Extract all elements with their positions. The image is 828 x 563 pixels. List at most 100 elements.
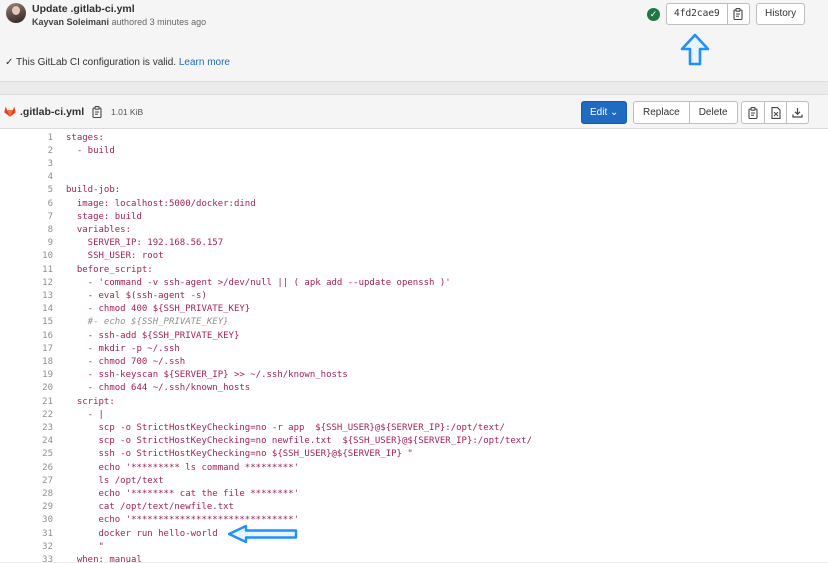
line-number[interactable]: 6 [0,198,53,211]
file-size: 1.01 KiB [111,107,144,117]
line-number[interactable]: 11 [0,264,53,277]
commit-sha-group: 4fd2cae9 [666,3,750,25]
annotation-arrow-up-icon [680,33,710,66]
code-line: 2 - build [0,145,828,158]
code-line: 4 [0,171,828,184]
line-number[interactable]: 8 [0,224,53,237]
line-text: stages: [66,132,104,143]
code-line: 3 [0,158,828,171]
line-number[interactable]: 2 [0,145,53,158]
line-number[interactable]: 17 [0,343,53,356]
line-text: SSH_USER: root [66,251,164,262]
download-icon [792,108,803,118]
commit-author[interactable]: Kayvan Soleimani [32,17,109,27]
code-line: 25 ssh -o StrictHostKeyChecking=no ${SSH… [0,448,828,461]
line-text: - | [66,409,104,420]
gitlab-logo-icon [4,106,16,117]
line-text: stage: build [66,211,142,222]
line-text: - build [66,145,115,156]
code-line: 31 docker run hello-world [0,528,828,541]
delete-button[interactable]: Delete [688,102,737,123]
line-text: docker run hello-world [66,528,218,539]
history-button[interactable]: History [756,3,806,25]
line-text: - mkdir -p ~/.ssh [66,343,180,354]
line-number[interactable]: 26 [0,462,53,475]
line-text: - ssh-add ${SSH_PRIVATE_KEY} [66,330,240,341]
line-text: ls /opt/text [66,475,164,486]
line-text: script: [66,396,115,407]
raw-file-icon [770,106,781,119]
line-text: cat /opt/text/newfile.txt [66,502,234,513]
learn-more-link[interactable]: Learn more [179,57,230,68]
download-button[interactable] [786,102,808,123]
line-number[interactable]: 1 [0,132,53,145]
edit-label: Edit [590,107,608,118]
file-header: .gitlab-ci.yml 1.01 KiB Edit ⌄ Replace D… [0,95,828,129]
line-text: ssh -o StrictHostKeyChecking=no ${SSH_US… [66,449,413,460]
line-number[interactable]: 29 [0,501,53,514]
file-icon-group [741,101,809,124]
line-number[interactable]: 5 [0,184,53,197]
file-actions-group: Replace Delete [633,101,738,124]
code-line: 10 SSH_USER: root [0,250,828,263]
line-number[interactable]: 15 [0,316,53,329]
line-number[interactable]: 13 [0,290,53,303]
open-raw-button[interactable] [764,102,786,123]
code-line: 13 - eval $(ssh-agent -s) [0,290,828,303]
code-line: 27 ls /opt/text [0,475,828,488]
author-avatar[interactable] [6,3,26,23]
line-text: build-job: [66,185,121,196]
line-number[interactable]: 28 [0,488,53,501]
code-line: 23 scp -o StrictHostKeyChecking=no -r ap… [0,422,828,435]
code-line: 30 echo '******************************' [0,514,828,527]
annotation-arrow-left-icon [227,524,298,544]
line-number[interactable]: 22 [0,409,53,422]
code-line: 21 script: [0,396,828,409]
line-number[interactable]: 20 [0,382,53,395]
line-number[interactable]: 23 [0,422,53,435]
line-number[interactable]: 21 [0,396,53,409]
line-text: " [66,541,104,552]
pipeline-passed-icon[interactable]: ✓ [647,8,660,21]
line-number[interactable]: 12 [0,277,53,290]
commit-meta: Kayvan Soleimani authored 3 minutes ago [32,17,206,27]
line-text: - chmod 700 ~/.ssh [66,356,186,367]
code-line: 20 - chmod 644 ~/.ssh/known_hosts [0,382,828,395]
commit-sha[interactable]: 4fd2cae9 [667,4,727,24]
line-number[interactable]: 25 [0,448,53,461]
code-line: 9 SERVER_IP: 192.168.56.157 [0,237,828,250]
line-text: - eval $(ssh-agent -s) [66,290,207,301]
code-line: 6 image: localhost:5000/docker:dind [0,198,828,211]
line-number[interactable]: 27 [0,475,53,488]
code-line: 5 build-job: [0,184,828,197]
copy-contents-icon [748,106,758,119]
line-number[interactable]: 10 [0,250,53,263]
line-text: - ssh-keyscan ${SERVER_IP} >> ~/.ssh/kno… [66,370,348,381]
copy-path-icon[interactable] [92,106,102,118]
line-number[interactable]: 9 [0,237,53,250]
code-line: 14 - chmod 400 ${SSH_PRIVATE_KEY} [0,303,828,316]
line-number[interactable]: 32 [0,541,53,554]
line-number[interactable]: 7 [0,211,53,224]
line-number[interactable]: 14 [0,303,53,316]
code-line: 12 - 'command -v ssh-agent >/dev/null ||… [0,277,828,290]
copy-sha-button[interactable] [726,4,749,24]
line-number[interactable]: 24 [0,435,53,448]
code-line: 24 scp -o StrictHostKeyChecking=no newfi… [0,435,828,448]
line-number[interactable]: 31 [0,528,53,541]
line-number[interactable]: 16 [0,330,53,343]
line-number[interactable]: 19 [0,369,53,382]
copy-contents-button[interactable] [742,102,764,123]
line-number[interactable]: 18 [0,356,53,369]
line-text: variables: [66,224,132,235]
commit-title[interactable]: Update .gitlab-ci.yml [32,3,135,15]
file-name[interactable]: .gitlab-ci.yml [20,106,84,118]
line-text: scp -o StrictHostKeyChecking=no newfile.… [66,436,533,447]
line-number[interactable]: 4 [0,171,53,184]
edit-button[interactable]: Edit ⌄ [581,101,628,124]
file-holder: .gitlab-ci.yml 1.01 KiB Edit ⌄ Replace D… [0,94,828,563]
line-number[interactable]: 3 [0,158,53,171]
code-line: 18 - chmod 700 ~/.ssh [0,356,828,369]
line-number[interactable]: 30 [0,514,53,527]
replace-button[interactable]: Replace [634,102,689,123]
